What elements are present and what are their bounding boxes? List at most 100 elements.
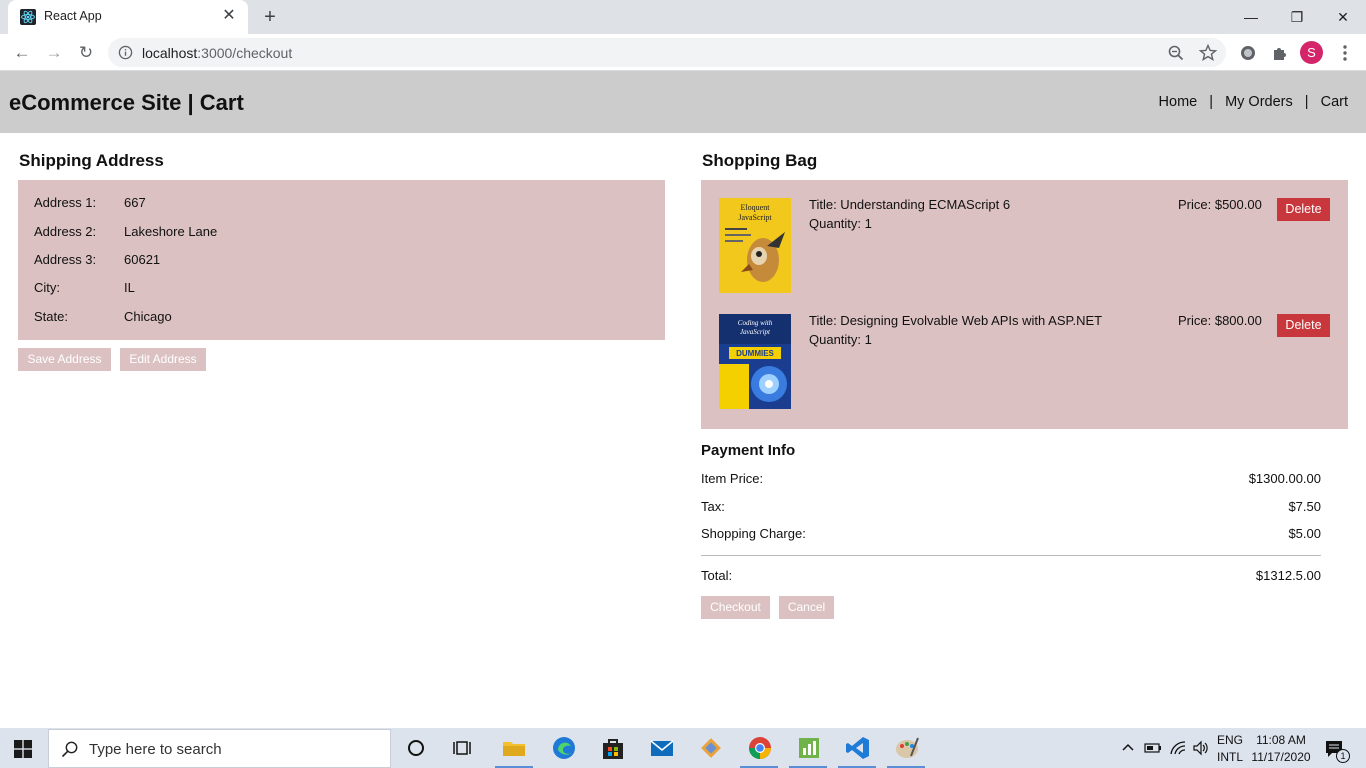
mail-icon[interactable] [648, 734, 676, 762]
nav-my-orders-link[interactable]: My Orders [1225, 94, 1293, 110]
zoom-icon[interactable] [1166, 43, 1186, 63]
address-label: Address 2: [34, 224, 97, 239]
cancel-button[interactable]: Cancel [779, 596, 834, 619]
payment-row: Shopping Charge: $5.00 [701, 526, 1321, 541]
edit-address-button[interactable]: Edit Address [120, 348, 206, 371]
windows-start-icon[interactable] [14, 740, 32, 758]
book-cover-eloquent-javascript: Eloquent JavaScript [719, 198, 791, 293]
close-window-button[interactable]: ✕ [1320, 4, 1366, 30]
address-label: City: [34, 280, 60, 295]
address-value: Chicago [124, 309, 172, 324]
address-label: State: [34, 309, 68, 324]
address-row: City: IL [34, 280, 135, 295]
address-row: Address 2: Lakeshore Lane [34, 224, 217, 239]
item-title: Title: Understanding ECMAScript 6 [809, 197, 1011, 212]
back-button[interactable]: ← [10, 41, 34, 65]
browser-tab-strip: React App ✕ + — ❐ ✕ [0, 0, 1366, 34]
volume-icon[interactable] [1192, 740, 1210, 756]
address-value: Lakeshore Lane [124, 224, 218, 239]
gitkraken-icon[interactable] [697, 734, 725, 762]
payment-label: Shopping Charge: [701, 526, 806, 541]
total-label: Total: [701, 568, 733, 583]
address-bar[interactable]: localhost:3000/checkout [108, 38, 1226, 67]
item-price: Price: $500.00 [1178, 197, 1262, 212]
delete-item-button[interactable]: Delete [1277, 198, 1330, 221]
search-icon [61, 741, 78, 758]
kebab-menu-icon[interactable] [1334, 42, 1356, 64]
chart-app-icon[interactable] [795, 734, 823, 762]
store-icon[interactable] [599, 734, 627, 762]
address-value: 667 [124, 195, 146, 210]
site-info-icon[interactable] [118, 45, 133, 60]
cover-text: Coding with [738, 319, 773, 327]
site-title: eCommerce Site | Cart [9, 90, 244, 115]
reload-button[interactable]: ↻ [74, 41, 98, 65]
tab-close-icon[interactable]: ✕ [220, 7, 238, 25]
battery-icon[interactable] [1144, 740, 1162, 756]
wifi-icon[interactable] [1169, 740, 1187, 756]
address-label: Address 3: [34, 252, 97, 267]
cover-text: DUMMIES [736, 349, 774, 358]
address-row: Address 1: 667 [34, 195, 146, 210]
edge-icon[interactable] [550, 734, 578, 762]
url-host: localhost [142, 45, 198, 61]
address-row: State: Chicago [34, 309, 172, 324]
taskbar-search-box[interactable]: Type here to search [48, 729, 391, 768]
payment-row: Tax: $7.50 [701, 499, 1321, 514]
extension-circle-icon[interactable] [1237, 42, 1259, 64]
minimize-button[interactable]: — [1228, 4, 1274, 30]
shipping-address-heading: Shipping Address [19, 151, 164, 170]
address-row: Address 3: 60621 [34, 252, 160, 267]
forward-button[interactable]: → [42, 41, 66, 65]
new-tab-button[interactable]: + [259, 6, 281, 28]
url-path: :3000/checkout [197, 45, 293, 61]
save-address-button[interactable]: Save Address [18, 348, 111, 371]
chevron-up-icon[interactable] [1121, 741, 1135, 755]
vscode-icon[interactable] [844, 734, 872, 762]
site-header: eCommerce Site | Cart Home | My Orders |… [0, 71, 1366, 133]
nav-separator: | [1209, 94, 1214, 110]
bookmark-star-icon[interactable] [1198, 43, 1218, 63]
windows-taskbar: Type here to search ENG INTL 11:08 AM 11… [0, 728, 1366, 768]
book-cover-coding-javascript-dummies: Coding with JavaScript DUMMIES [719, 314, 791, 409]
nav-home-link[interactable]: Home [1159, 94, 1198, 110]
browser-toolbar: ← → ↻ localhost:3000/checkout S [0, 34, 1366, 71]
delete-item-button[interactable]: Delete [1277, 314, 1330, 337]
file-explorer-icon[interactable] [500, 734, 528, 762]
payment-info-heading: Payment Info [701, 442, 796, 459]
payment-value: $1300.00.00 [1248, 471, 1321, 486]
notification-count-badge: 1 [1336, 749, 1350, 763]
restore-button[interactable]: ❐ [1274, 4, 1320, 30]
nav-separator: | [1304, 94, 1309, 110]
payment-value: $7.50 [1288, 499, 1321, 514]
url-text[interactable]: localhost:3000/checkout [142, 45, 292, 61]
language-indicator[interactable]: ENG INTL [1215, 733, 1245, 764]
clock[interactable]: 11:08 AM 11/17/2020 [1248, 733, 1314, 764]
clock-date: 11/17/2020 [1251, 750, 1311, 764]
site-nav: Home | My Orders | Cart [1159, 94, 1348, 110]
payment-label: Tax: [701, 499, 725, 514]
task-view-icon[interactable] [450, 734, 478, 762]
payment-value: $5.00 [1288, 526, 1321, 541]
cover-text: Eloquent [741, 203, 771, 212]
search-placeholder: Type here to search [89, 741, 222, 758]
clock-time: 11:08 AM [1256, 733, 1306, 747]
nav-cart-link[interactable]: Cart [1321, 94, 1348, 110]
shipping-address-panel: Address 1: 667 Address 2: Lakeshore Lane A… [18, 180, 665, 340]
item-quantity: Quantity: 1 [809, 216, 872, 231]
checkout-button[interactable]: Checkout [701, 596, 770, 619]
paint-icon[interactable] [893, 734, 921, 762]
chrome-icon[interactable] [746, 734, 774, 762]
profile-avatar[interactable]: S [1300, 41, 1323, 64]
keyboard-layout: INTL [1216, 750, 1243, 764]
browser-tab[interactable]: React App ✕ [8, 0, 248, 34]
shopping-bag-panel: Eloquent JavaScript Title: Understanding… [701, 180, 1348, 429]
tab-title: React App [44, 9, 102, 23]
total-value: $1312.5.00 [1255, 568, 1321, 583]
extensions-puzzle-icon[interactable] [1269, 42, 1291, 64]
cover-text: JavaScript [738, 213, 772, 222]
cover-text: JavaScript [740, 328, 771, 336]
address-value: 60621 [124, 252, 161, 267]
address-label: Address 1: [34, 195, 97, 210]
cortana-icon[interactable] [402, 734, 430, 762]
